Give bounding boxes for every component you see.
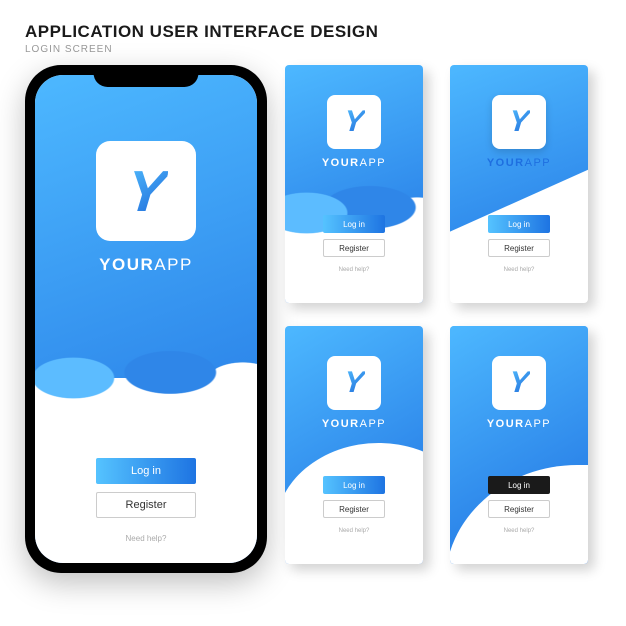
login-button[interactable]: Log in: [488, 215, 550, 233]
app-brand-name: YOURAPP: [487, 157, 551, 169]
app-logo: Y: [96, 141, 196, 241]
register-button[interactable]: Register: [96, 492, 196, 518]
login-button[interactable]: Log in: [488, 476, 550, 494]
brand-bold: YOUR: [99, 255, 154, 274]
layout: Y YOURAPP Log in Register Need help? Y Y…: [25, 65, 601, 573]
app-brand-name: YOURAPP: [322, 157, 386, 169]
app-brand-name: YOURAPP: [99, 255, 193, 275]
screen-variant-3: Y YOURAPP Log in Register Need help?: [285, 326, 423, 564]
logo-y-icon: Y: [342, 366, 366, 400]
app-brand-name: YOURAPP: [487, 418, 551, 430]
help-link[interactable]: Need help?: [504, 267, 535, 273]
help-link[interactable]: Need help?: [339, 267, 370, 273]
app-logo: Y: [327, 356, 381, 410]
help-link[interactable]: Need help?: [504, 528, 535, 534]
register-button[interactable]: Register: [323, 239, 385, 257]
phone-mockup: Y YOURAPP Log in Register Need help?: [25, 65, 267, 573]
logo-y-icon: Y: [507, 105, 531, 139]
login-button[interactable]: Log in: [323, 215, 385, 233]
action-buttons: Log in Register Need help?: [35, 458, 257, 563]
logo-y-icon: Y: [507, 366, 531, 400]
login-button[interactable]: Log in: [323, 476, 385, 494]
page-header: APPLICATION USER INTERFACE DESIGN LOGIN …: [25, 22, 601, 55]
brand-light: APP: [154, 255, 193, 274]
screen-variant-2: Y YOURAPP Log in Register Need help?: [450, 65, 588, 303]
screen-variant-4: Y YOURAPP Log in Register Need help?: [450, 326, 588, 564]
register-button[interactable]: Register: [488, 239, 550, 257]
page-title: APPLICATION USER INTERFACE DESIGN: [25, 22, 601, 42]
login-button[interactable]: Log in: [96, 458, 196, 484]
screen-variant-1: Y YOURAPP Log in Register Need help?: [285, 65, 423, 303]
app-logo: Y: [492, 356, 546, 410]
logo-y-icon: Y: [342, 105, 366, 139]
app-brand-name: YOURAPP: [322, 418, 386, 430]
app-logo: Y: [327, 95, 381, 149]
help-link[interactable]: Need help?: [126, 534, 167, 543]
app-logo: Y: [492, 95, 546, 149]
page-subtitle: LOGIN SCREEN: [25, 44, 601, 55]
help-link[interactable]: Need help?: [339, 528, 370, 534]
logo-y-icon: Y: [123, 158, 169, 225]
register-button[interactable]: Register: [323, 500, 385, 518]
login-screen-main: Y YOURAPP Log in Register Need help?: [35, 75, 257, 563]
phone-notch: [94, 65, 199, 87]
register-button[interactable]: Register: [488, 500, 550, 518]
phone-screen: Y YOURAPP Log in Register Need help?: [35, 75, 257, 563]
screen-variants-grid: Y YOURAPP Log in Register Need help? Y Y…: [285, 65, 601, 573]
